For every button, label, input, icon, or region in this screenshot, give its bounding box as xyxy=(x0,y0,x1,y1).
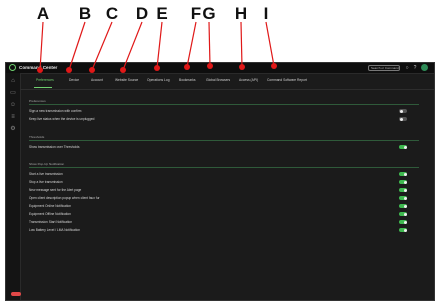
annotation-marker-b xyxy=(66,67,72,73)
annotation-marker-a xyxy=(37,67,43,73)
annotation-line-b xyxy=(68,21,86,71)
annotation-line-i xyxy=(265,21,275,67)
annotation-line-g xyxy=(208,21,211,67)
annotation-marker-h xyxy=(239,64,245,70)
annotation-line-f xyxy=(186,21,197,68)
annotation-line-d xyxy=(122,21,143,71)
annotation-marker-i xyxy=(271,63,277,69)
annotation-marker-e xyxy=(154,65,160,71)
annotation-line-c xyxy=(91,21,113,71)
annotation-line-e xyxy=(156,21,163,69)
annotation-line-h xyxy=(240,21,243,68)
annotation-marker-f xyxy=(184,64,190,70)
annotation-line-a xyxy=(39,21,44,71)
annotation-marker-c xyxy=(89,67,95,73)
annotation-marker-d xyxy=(120,67,126,73)
annotation-marker-g xyxy=(207,63,213,69)
annotation-lines xyxy=(37,21,277,73)
